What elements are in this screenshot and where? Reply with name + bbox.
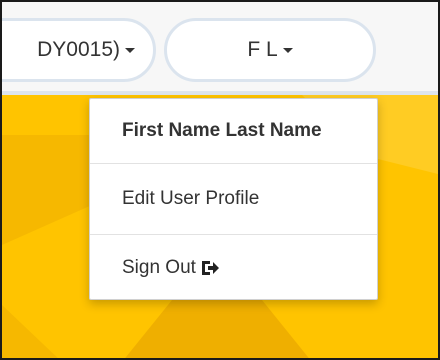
user-dropdown-menu: First Name Last Name Edit User Profile S…: [89, 98, 378, 300]
account-selector-label: DY0015): [37, 38, 120, 61]
top-bar: DY0015) F L: [2, 2, 438, 94]
chevron-down-icon: [125, 47, 135, 53]
screenshot-frame: DY0015) F L First Name Last Name Edit Us…: [0, 0, 440, 360]
sign-out-icon: [200, 259, 220, 277]
menu-divider: [90, 163, 377, 164]
sign-out-label: Sign Out: [122, 257, 196, 278]
account-selector-button[interactable]: DY0015): [2, 18, 156, 82]
header-divider: [2, 91, 438, 95]
edit-user-profile-label: Edit User Profile: [122, 188, 260, 209]
edit-user-profile-item[interactable]: Edit User Profile: [90, 167, 377, 231]
user-menu-button[interactable]: F L: [164, 18, 376, 82]
menu-divider: [90, 234, 377, 235]
user-full-name: First Name Last Name: [122, 120, 322, 141]
chevron-down-icon: [282, 47, 293, 53]
user-initials: F L: [247, 38, 278, 61]
sign-out-item[interactable]: Sign Out: [90, 236, 377, 300]
